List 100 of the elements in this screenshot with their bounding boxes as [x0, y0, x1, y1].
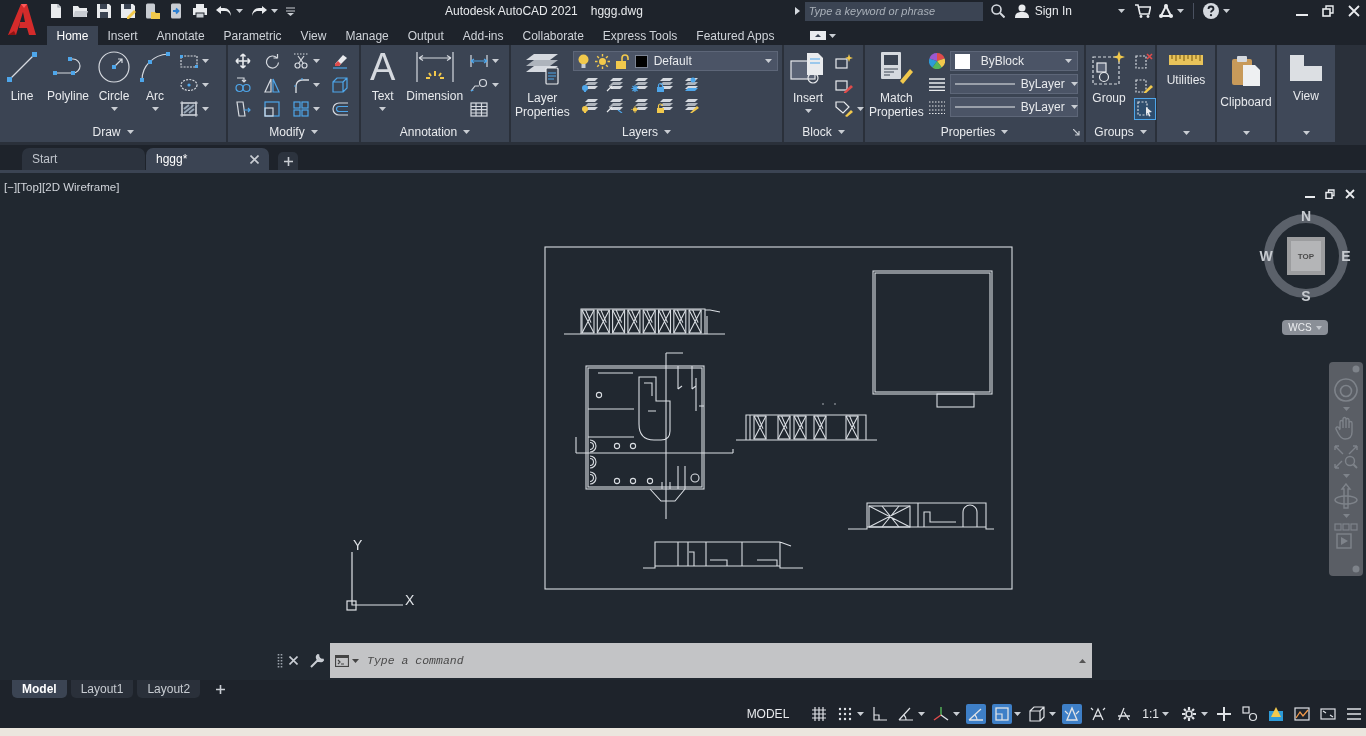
layout-tab[interactable]: Layout2: [137, 680, 201, 698]
caret-icon[interactable]: [379, 107, 387, 111]
caret-icon[interactable]: [126, 130, 134, 134]
new-file-icon[interactable]: [48, 3, 64, 19]
scale-icon[interactable]: [264, 101, 280, 117]
utilities-panel-button[interactable]: Utilities: [1157, 45, 1215, 142]
caret-icon[interactable]: [492, 59, 500, 63]
move-icon[interactable]: [235, 53, 251, 69]
close-icon[interactable]: [289, 656, 298, 665]
caret-icon[interactable]: [310, 130, 318, 134]
caret-icon[interactable]: [1001, 130, 1009, 134]
model-space-button[interactable]: MODEL: [742, 703, 794, 724]
caret-icon[interactable]: [804, 109, 812, 113]
layer-dropdown[interactable]: Default: [572, 51, 778, 71]
block-star-icon[interactable]: [835, 53, 853, 69]
mirror-icon[interactable]: [264, 77, 280, 93]
caret-icon[interactable]: [664, 130, 671, 134]
plus-icon[interactable]: [216, 684, 226, 694]
isolate-objects-icon[interactable]: [1240, 703, 1260, 724]
caret-icon[interactable]: [313, 59, 320, 63]
scissors-icon[interactable]: [293, 53, 309, 69]
caret-icon[interactable]: [1177, 9, 1184, 13]
insert-button[interactable]: Insert: [787, 49, 829, 113]
copy-icon[interactable]: [235, 77, 251, 93]
caret-icon[interactable]: [1139, 130, 1147, 134]
compass-north-label[interactable]: N: [1298, 208, 1314, 224]
caret-icon[interactable]: [1223, 9, 1230, 13]
search-field[interactable]: Type a keyword or phrase: [804, 1, 983, 21]
layer-lock-icon[interactable]: [655, 98, 674, 113]
layer-bulb-icon[interactable]: [580, 77, 599, 92]
layer-lock-icon[interactable]: [655, 77, 674, 92]
annotation-scale-menu[interactable]: 1:1: [1142, 706, 1169, 721]
layout-tab[interactable]: Layout1: [70, 680, 134, 698]
view-panel-button[interactable]: View: [1277, 45, 1335, 142]
block-pencil-icon[interactable]: [835, 77, 853, 93]
caret-icon[interactable]: [110, 107, 118, 111]
cube-icon[interactable]: [332, 77, 348, 93]
ellipse-icon[interactable]: [180, 78, 199, 92]
restore-icon[interactable]: [1325, 189, 1335, 199]
sign-in-menu[interactable]: Sign In: [1034, 4, 1072, 18]
caret-icon[interactable]: [313, 83, 320, 87]
history-caret-icon[interactable]: [1079, 658, 1086, 663]
caret-icon[interactable]: [313, 107, 320, 111]
caret-icon[interactable]: [1118, 9, 1125, 13]
panel-title[interactable]: Block: [802, 125, 832, 139]
caret-icon[interactable]: [202, 83, 210, 87]
dialog-launcher-icon[interactable]: [1073, 128, 1080, 136]
layer-snowflake-icon[interactable]: [630, 77, 649, 92]
viewcube-face[interactable]: TOP: [1287, 237, 1325, 275]
ribbon-tab[interactable]: Insert: [98, 26, 148, 45]
panel-title[interactable]: Groups: [1094, 125, 1134, 139]
layer-sun-icon[interactable]: [630, 98, 649, 113]
rotate-icon[interactable]: [264, 53, 280, 69]
caret-icon[interactable]: [202, 59, 210, 63]
layer-properties-button[interactable]: Layer Properties: [514, 49, 571, 119]
file-tab[interactable]: hggg*: [146, 148, 269, 170]
caret-icon[interactable]: [1201, 711, 1208, 716]
expand-arrow-icon[interactable]: [794, 7, 800, 15]
restore-icon[interactable]: [1322, 5, 1334, 17]
caret-icon[interactable]: [151, 107, 159, 111]
caret-icon[interactable]: [918, 711, 926, 716]
ribbon-tab[interactable]: Parametric: [214, 26, 292, 45]
help-icon[interactable]: [1203, 3, 1219, 19]
caret-icon[interactable]: [1302, 131, 1310, 135]
caret-icon[interactable]: [953, 711, 961, 716]
view-menu[interactable]: [Top]: [17, 180, 43, 194]
caret-icon[interactable]: [828, 33, 836, 38]
layer-arrow-icon[interactable]: [605, 77, 624, 92]
match-properties-button[interactable]: Match Properties: [868, 49, 925, 119]
arc-button[interactable]: Arc: [136, 49, 175, 111]
object-snap-icon[interactable]: [992, 703, 1013, 724]
caret-icon[interactable]: [1064, 59, 1072, 63]
cube-snap-icon[interactable]: [1027, 703, 1048, 724]
panel-title[interactable]: Draw: [92, 125, 121, 139]
panel-title[interactable]: Properties: [940, 125, 996, 139]
group-pencil-icon[interactable]: [1135, 77, 1153, 93]
layer-bulb-icon[interactable]: [580, 98, 599, 113]
line-button[interactable]: Line: [3, 49, 41, 111]
visual-style-menu[interactable]: [2D Wireframe]: [42, 180, 120, 194]
ribbon-tab[interactable]: Collaborate: [513, 26, 594, 45]
line-list-icon[interactable]: [928, 77, 945, 91]
caret-icon[interactable]: [1014, 711, 1022, 716]
caret-icon[interactable]: [1182, 131, 1190, 135]
circle-button[interactable]: Circle: [95, 49, 134, 111]
dimension-button[interactable]: Dimension: [403, 49, 467, 111]
ribbon-tab[interactable]: Express Tools: [593, 26, 687, 45]
user-icon[interactable]: [1014, 4, 1029, 18]
ribbon-tab[interactable]: Manage: [335, 26, 399, 45]
panel-title[interactable]: Layers: [622, 125, 658, 139]
ribbon-tab[interactable]: View: [291, 26, 336, 45]
ribbon-tab[interactable]: Output: [398, 26, 454, 45]
close-icon[interactable]: [250, 154, 259, 164]
caret-icon[interactable]: [857, 107, 864, 111]
cart-icon[interactable]: [1135, 4, 1151, 18]
print-icon[interactable]: [192, 3, 208, 19]
new-tab-button[interactable]: [278, 152, 298, 170]
group-button[interactable]: Group: [1089, 49, 1129, 105]
viewport-controls-menu[interactable]: [−]: [4, 180, 18, 194]
search-icon[interactable]: [990, 4, 1005, 18]
fillet-icon[interactable]: [293, 77, 309, 93]
